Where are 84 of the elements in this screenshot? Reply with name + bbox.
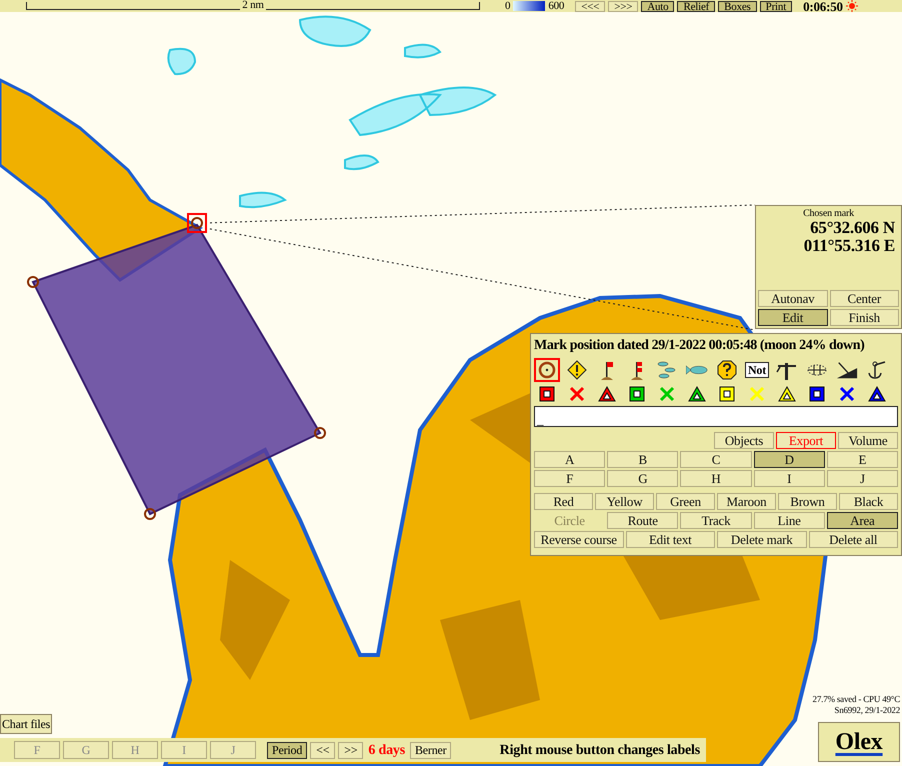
cross-marker-icon[interactable] [839, 386, 855, 402]
slope-icon [836, 360, 858, 380]
panel-button[interactable]: Green [656, 493, 715, 510]
panel-button[interactable]: B [607, 451, 678, 468]
toolbar-button[interactable]: Boxes [718, 0, 757, 12]
panel-button[interactable]: Track [680, 512, 752, 529]
vertex-handle[interactable] [27, 276, 39, 288]
panel-button[interactable]: J [826, 470, 898, 487]
question-icon [717, 360, 737, 380]
panel-button[interactable]: Black [839, 493, 898, 510]
panel-button[interactable]: Center [830, 290, 899, 307]
panel-button[interactable]: Maroon [717, 493, 776, 510]
panel-button[interactable]: H [680, 470, 752, 487]
toolbar-button[interactable]: Print [760, 0, 792, 12]
sun-icon [846, 0, 858, 12]
anchor-icon [866, 360, 888, 380]
panel-button[interactable]: Autonav [758, 290, 828, 307]
longitude-value: 011°55.316 E [802, 237, 896, 255]
vertex-handle[interactable] [314, 427, 326, 439]
period-button[interactable]: Period [267, 742, 308, 758]
symbol-button[interactable]: Not [744, 358, 770, 382]
panel-title: Mark position dated 29/1-2022 00:05:48 (moon 24% down) [534, 337, 866, 355]
crosshair-icon [806, 362, 828, 378]
fish-school-icon [656, 360, 678, 380]
triangle-marker-icon[interactable] [688, 386, 706, 402]
panel-button[interactable]: Edit text [626, 531, 715, 548]
panel-button[interactable]: Delete mark [717, 531, 806, 548]
panel-button[interactable]: C [680, 451, 752, 468]
fish-icon [686, 363, 708, 377]
nav-button[interactable]: >> [338, 742, 364, 758]
triangle-marker-icon[interactable] [778, 386, 796, 402]
panel-button[interactable]: F [534, 470, 606, 487]
clock-time: 0:06:50 [803, 0, 843, 12]
panel-button[interactable]: Finish [830, 309, 899, 326]
panel-button[interactable]: Delete all [808, 531, 898, 548]
panel-button[interactable]: Route [607, 512, 678, 529]
square-marker-icon[interactable] [629, 386, 645, 402]
depth-min-label: 0 [505, 0, 510, 12]
text-input-field[interactable]: _ [534, 406, 898, 427]
square-marker-icon[interactable] [809, 386, 825, 402]
panel-button[interactable]: Reverse course [534, 531, 624, 548]
panel-button[interactable]: Brown [778, 493, 837, 510]
not-sign: Not [744, 362, 770, 378]
nav-button[interactable]: << [310, 742, 336, 758]
cross-marker-icon[interactable] [659, 386, 675, 402]
panel-button[interactable]: A [534, 451, 606, 468]
square-marker-icon[interactable] [539, 386, 555, 402]
scale-label: 2 nm [240, 0, 266, 11]
toolbar-button[interactable]: Auto [641, 0, 674, 12]
panel-button[interactable]: D [754, 451, 825, 468]
panel-title: Chosen mark [802, 209, 855, 219]
status-text: Sn6992, 29/1-2022 [834, 705, 900, 716]
panel-button[interactable]: Volume [838, 432, 898, 449]
panel-button[interactable]: G [607, 470, 678, 487]
logo-button[interactable]: Olex [818, 722, 900, 762]
panel-button[interactable]: Area [826, 512, 898, 529]
square-marker-icon[interactable] [719, 386, 735, 402]
place-button[interactable]: Berner [410, 742, 452, 758]
period-days: 6 days [366, 740, 407, 760]
hint-text: Right mouse button changes labels [500, 742, 700, 760]
cross-marker-icon[interactable] [569, 386, 585, 402]
panel-button[interactable]: I [754, 470, 825, 487]
target-icon [538, 361, 556, 379]
toolbar-button[interactable]: Relief [677, 0, 716, 12]
status-text: 27.7% saved - CPU 49°C [812, 694, 900, 705]
panel-button[interactable]: Line [754, 512, 825, 529]
chosen-mark-icon[interactable] [187, 213, 207, 233]
panel-button[interactable]: Edit [758, 309, 828, 326]
toolbar-button[interactable]: <<< [575, 0, 606, 12]
depth-max-label: 600 [548, 0, 564, 12]
panel-button[interactable]: Red [534, 493, 593, 510]
crane-icon [776, 360, 798, 380]
toolbar-button[interactable]: >>> [608, 0, 638, 12]
depth-gradient [513, 1, 546, 11]
panel-button[interactable]: Objects [714, 432, 774, 449]
area-polygon[interactable] [32, 224, 322, 516]
triangle-marker-icon[interactable] [868, 386, 886, 402]
warning-icon [567, 360, 587, 380]
latitude-value: 65°32.606 N [809, 219, 896, 237]
triangle-marker-icon[interactable] [598, 386, 616, 402]
panel-button[interactable]: Yellow [595, 493, 654, 510]
chart-files-button[interactable]: Chart files [0, 714, 52, 734]
vertex-handle[interactable] [144, 508, 156, 520]
panel-button[interactable]: E [826, 451, 898, 468]
